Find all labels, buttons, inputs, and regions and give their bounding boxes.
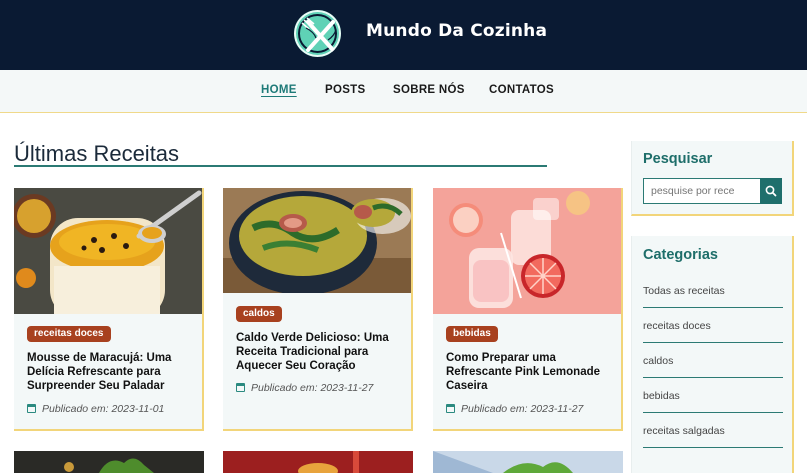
nav-home[interactable]: HOME	[261, 84, 297, 96]
main-nav: HOME POSTS SOBRE NÓS CONTATOS	[0, 70, 807, 113]
search-widget: Pesquisar	[631, 141, 794, 216]
recipe-image-caldo-verde[interactable]	[223, 188, 411, 293]
category-link[interactable]: bebidas	[643, 378, 783, 413]
publish-date: Publicado em: 2023-11-27	[236, 382, 373, 394]
recipe-card[interactable]: bebidas Como Preparar uma Refrescante Pi…	[433, 188, 623, 431]
publish-date-text: Publicado em: 2023-11-27	[461, 403, 584, 415]
recipe-card-partial[interactable]	[223, 451, 413, 473]
section-title: Últimas Receitas	[14, 141, 180, 166]
publish-date-text: Publicado em: 2023-11-27	[251, 382, 374, 394]
recipe-title[interactable]: Caldo Verde Delicioso: Uma Receita Tradi…	[236, 331, 406, 373]
site-header: Mundo Da Cozinha	[0, 0, 807, 70]
nav-contatos[interactable]: CONTATOS	[489, 84, 554, 96]
category-link[interactable]: receitas doces	[643, 308, 783, 343]
search-input[interactable]	[643, 178, 761, 204]
categories-widget-title: Categorias	[643, 247, 718, 263]
category-link[interactable]: Todas as receitas	[643, 273, 783, 308]
section-divider	[14, 165, 547, 167]
recipe-image-mousse[interactable]	[14, 188, 202, 314]
publish-date: Publicado em: 2023-11-01	[27, 403, 164, 415]
recipe-title[interactable]: Como Preparar uma Refrescante Pink Lemon…	[446, 351, 616, 393]
calendar-icon	[27, 404, 36, 413]
brand-name[interactable]: Mundo Da Cozinha	[366, 21, 547, 41]
category-badge[interactable]: receitas doces	[27, 326, 111, 342]
search-icon	[765, 185, 777, 197]
category-badge[interactable]: caldos	[236, 306, 282, 322]
publish-date-text: Publicado em: 2023-11-01	[42, 403, 165, 415]
publish-date: Publicado em: 2023-11-27	[446, 403, 583, 415]
fork-knife-icon	[301, 17, 337, 52]
category-badge[interactable]: bebidas	[446, 326, 498, 342]
search-widget-title: Pesquisar	[643, 151, 713, 167]
recipe-card[interactable]: caldos Caldo Verde Delicioso: Uma Receit…	[223, 188, 413, 431]
nav-posts[interactable]: POSTS	[325, 84, 365, 96]
search-button[interactable]	[760, 178, 782, 204]
recipe-card-partial[interactable]	[14, 451, 204, 473]
calendar-icon	[236, 383, 245, 392]
categories-widget: Categorias Todas as receitas receitas do…	[631, 236, 794, 473]
nav-sobre-nos[interactable]: SOBRE NÓS	[393, 84, 465, 96]
recipe-image-pink-lemonade[interactable]	[433, 188, 621, 314]
recipe-card-partial[interactable]	[433, 451, 623, 473]
calendar-icon	[446, 404, 455, 413]
category-link[interactable]: caldos	[643, 343, 783, 378]
recipe-title[interactable]: Mousse de Maracujá: Uma Delícia Refresca…	[27, 351, 197, 393]
recipe-card[interactable]: receitas doces Mousse de Maracujá: Uma D…	[14, 188, 204, 431]
category-link[interactable]: receitas salgadas	[643, 413, 783, 448]
logo[interactable]	[291, 7, 344, 60]
